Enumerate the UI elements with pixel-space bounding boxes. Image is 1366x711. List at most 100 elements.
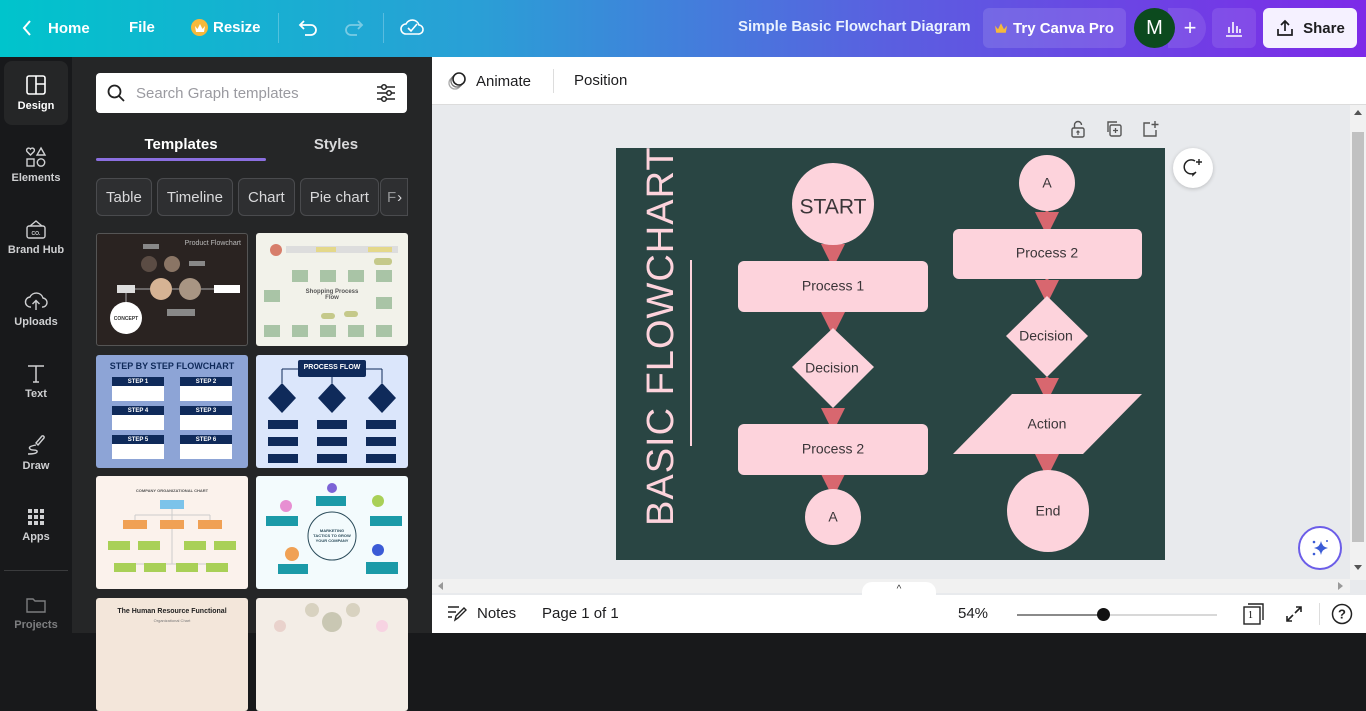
chevron-up-icon: ^ (896, 583, 902, 595)
rail-item-text[interactable]: Text (4, 349, 68, 413)
chip-pie-chart[interactable]: Pie chart (299, 178, 379, 216)
rail-item-uploads[interactable]: Uploads (4, 277, 68, 341)
page-indicator[interactable]: Page 1 of 1 (542, 605, 619, 622)
template-card[interactable]: Shopping Process Flow (256, 233, 408, 346)
step-label: STEP 5 (127, 437, 149, 443)
zoom-slider-knob[interactable] (1097, 608, 1110, 621)
save-status-button[interactable] (399, 15, 425, 44)
svg-text:CO.: CO. (32, 231, 42, 237)
template-title: Product Flowchart (184, 240, 241, 247)
redo-icon (345, 20, 364, 36)
decision-label: Decision (1019, 328, 1073, 344)
file-menu-button[interactable]: File (129, 19, 155, 36)
rail-item-draw[interactable]: Draw (4, 421, 68, 485)
template-card[interactable]: COMPANY ORGANIZATIONAL CHART (96, 476, 248, 589)
template-card[interactable]: STEP BY STEP FLOWCHART STEP 1 STEP 2 STE… (96, 355, 248, 468)
rail-label: Text (25, 388, 47, 400)
resize-button[interactable]: Resize (191, 19, 261, 36)
rail-label: Elements (11, 172, 61, 184)
divider (383, 13, 384, 43)
rail-item-projects[interactable]: Projects (4, 581, 68, 645)
insights-button[interactable] (1212, 8, 1256, 48)
chevron-right-icon[interactable]: › (397, 189, 402, 206)
add-comment-button[interactable] (1173, 148, 1213, 188)
share-button[interactable]: Share (1263, 8, 1357, 48)
search-input[interactable] (136, 84, 375, 102)
template-preview (110, 244, 240, 334)
fullscreen-icon[interactable] (1284, 604, 1304, 624)
scrollbar-thumb[interactable] (1352, 132, 1364, 542)
templates-panel: Templates Styles TableTimelineChartPie c… (72, 57, 432, 711)
divider (278, 13, 279, 43)
tab-styles[interactable]: Styles (251, 127, 421, 161)
divider (1319, 603, 1320, 625)
chip-timeline[interactable]: Timeline (156, 178, 233, 216)
position-label: Position (574, 72, 628, 89)
resize-label: Resize (213, 19, 261, 36)
chip-table[interactable]: Table (96, 178, 152, 216)
panel-tabs: Templates Styles (96, 127, 407, 161)
side-rail: Design Elements CO. Brand Hub Uploads Te… (0, 57, 72, 633)
notes-button[interactable]: Notes (447, 604, 516, 622)
canvas-heading[interactable]: BASIC FLOWCHART (640, 148, 682, 526)
design-canvas[interactable]: BASIC FLOWCHART START Process 1 Decision… (616, 148, 1165, 560)
footer-expand-tab[interactable]: ^ (862, 582, 936, 596)
template-card[interactable] (256, 598, 408, 711)
flowchart: BASIC FLOWCHART START Process 1 Decision… (640, 148, 1142, 552)
search-box[interactable] (96, 73, 407, 113)
animate-button[interactable]: Animate (446, 70, 531, 92)
lock-icon[interactable] (1069, 120, 1087, 138)
scroll-left-arrow[interactable] (438, 582, 443, 590)
template-card[interactable]: PROCESS FLOW (256, 355, 408, 468)
document-title[interactable]: Simple Basic Flowchart Diagram (738, 18, 971, 35)
zoom-slider[interactable] (1017, 608, 1217, 621)
bar-chart-icon (1226, 22, 1242, 37)
chip-chart[interactable]: Chart (238, 178, 295, 216)
zoom-slider-fill (1017, 614, 1103, 616)
try-canva-pro-button[interactable]: Try Canva Pro (983, 8, 1126, 48)
template-card[interactable]: The Human Resource Functional Organizati… (96, 598, 248, 711)
template-center-label: CONCEPT (113, 316, 139, 322)
tab-templates[interactable]: Templates (96, 127, 266, 161)
home-button[interactable]: Home (20, 18, 90, 38)
rail-label: Draw (22, 460, 50, 472)
apps-grid-icon (28, 509, 44, 525)
chip-more[interactable]: F › (380, 178, 408, 216)
avatar[interactable]: M (1134, 8, 1175, 48)
comment-plus-icon (1183, 159, 1202, 177)
top-bar: Home File Resize Simple Basic Flowchart … (0, 0, 1366, 57)
context-toolbar: Animate Position (432, 57, 1366, 105)
home-label: Home (48, 19, 90, 37)
rail-item-apps[interactable]: Apps (4, 493, 68, 557)
scroll-right-arrow[interactable] (1338, 582, 1343, 590)
help-icon[interactable]: ? (1331, 603, 1353, 625)
redo-button[interactable] (342, 16, 366, 45)
divider (553, 69, 554, 93)
scroll-up-arrow[interactable] (1354, 110, 1362, 115)
vertical-scrollbar[interactable] (1350, 105, 1366, 580)
magic-assistant-button[interactable] (1298, 526, 1342, 570)
file-label: File (129, 19, 155, 36)
search-icon (107, 84, 125, 102)
template-card[interactable]: MARKETING TACTICS TO GROW YOUR COMPANY (256, 476, 408, 589)
page-count-button[interactable]: 1 (1242, 602, 1266, 626)
share-label: Share (1303, 19, 1345, 37)
filter-sliders-icon[interactable] (375, 83, 397, 103)
add-page-icon[interactable] (1141, 120, 1159, 138)
template-preview (108, 500, 236, 572)
rail-item-brand-hub[interactable]: CO. Brand Hub (4, 205, 68, 269)
rail-item-design[interactable]: Design (4, 61, 68, 125)
duplicate-page-icon[interactable] (1105, 120, 1123, 138)
template-card[interactable]: Product Flowchart CONCEPT (96, 233, 248, 346)
scroll-down-arrow[interactable] (1354, 565, 1362, 570)
position-button[interactable]: Position (574, 72, 627, 89)
undo-icon (298, 20, 317, 36)
step-label: STEP 1 (127, 379, 149, 385)
undo-button[interactable] (296, 16, 320, 45)
zoom-percentage[interactable]: 54% (958, 605, 988, 622)
tab-label: Templates (144, 135, 218, 153)
rail-label: Apps (22, 531, 50, 543)
sparkle-icon (1312, 540, 1328, 556)
action-label: Action (1028, 416, 1067, 432)
rail-item-elements[interactable]: Elements (4, 133, 68, 197)
